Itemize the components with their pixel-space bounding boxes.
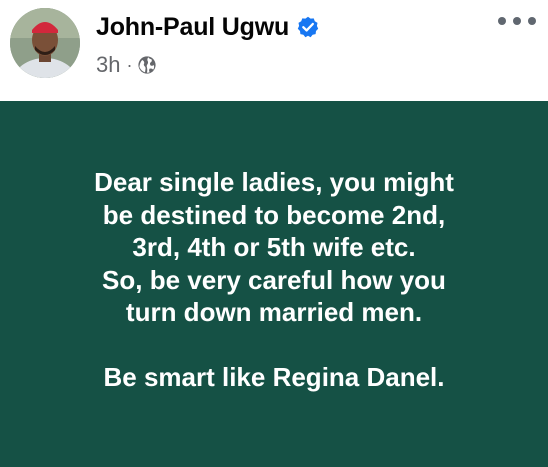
more-horizontal-icon-dot [528, 17, 536, 25]
post-message: Dear single ladies, you might be destine… [10, 166, 538, 394]
post-message-closing-line: Be smart like Regina Danel. [103, 362, 445, 392]
author-avatar[interactable] [10, 8, 80, 78]
verified-badge-icon [297, 16, 319, 38]
post-text-background: Dear single ladies, you might be destine… [0, 101, 548, 467]
meta-separator: · [126, 54, 133, 75]
post-message-line: turn down married men. [125, 297, 423, 327]
more-options-button[interactable] [498, 12, 536, 30]
post-message-line: be destined to become 2nd, [102, 199, 446, 230]
post-header: John-Paul Ugwu 3h · [0, 0, 548, 101]
post-meta: 3h · [96, 52, 157, 78]
more-horizontal-icon-dot [513, 17, 521, 25]
more-horizontal-icon [498, 17, 506, 25]
post-message-line: 3rd, 4th or 5th wife etc. [132, 232, 416, 262]
post-time[interactable]: 3h [96, 52, 120, 78]
post-message-line: Dear single ladies, you might [94, 167, 454, 197]
post-message-line: So, be very careful how you [102, 264, 446, 295]
author-row: John-Paul Ugwu [96, 10, 319, 44]
globe-icon[interactable] [137, 55, 157, 75]
author-name[interactable]: John-Paul Ugwu [96, 13, 289, 42]
facebook-post: John-Paul Ugwu 3h · Dear single ladies, … [0, 0, 548, 467]
avatar-image [10, 8, 80, 78]
